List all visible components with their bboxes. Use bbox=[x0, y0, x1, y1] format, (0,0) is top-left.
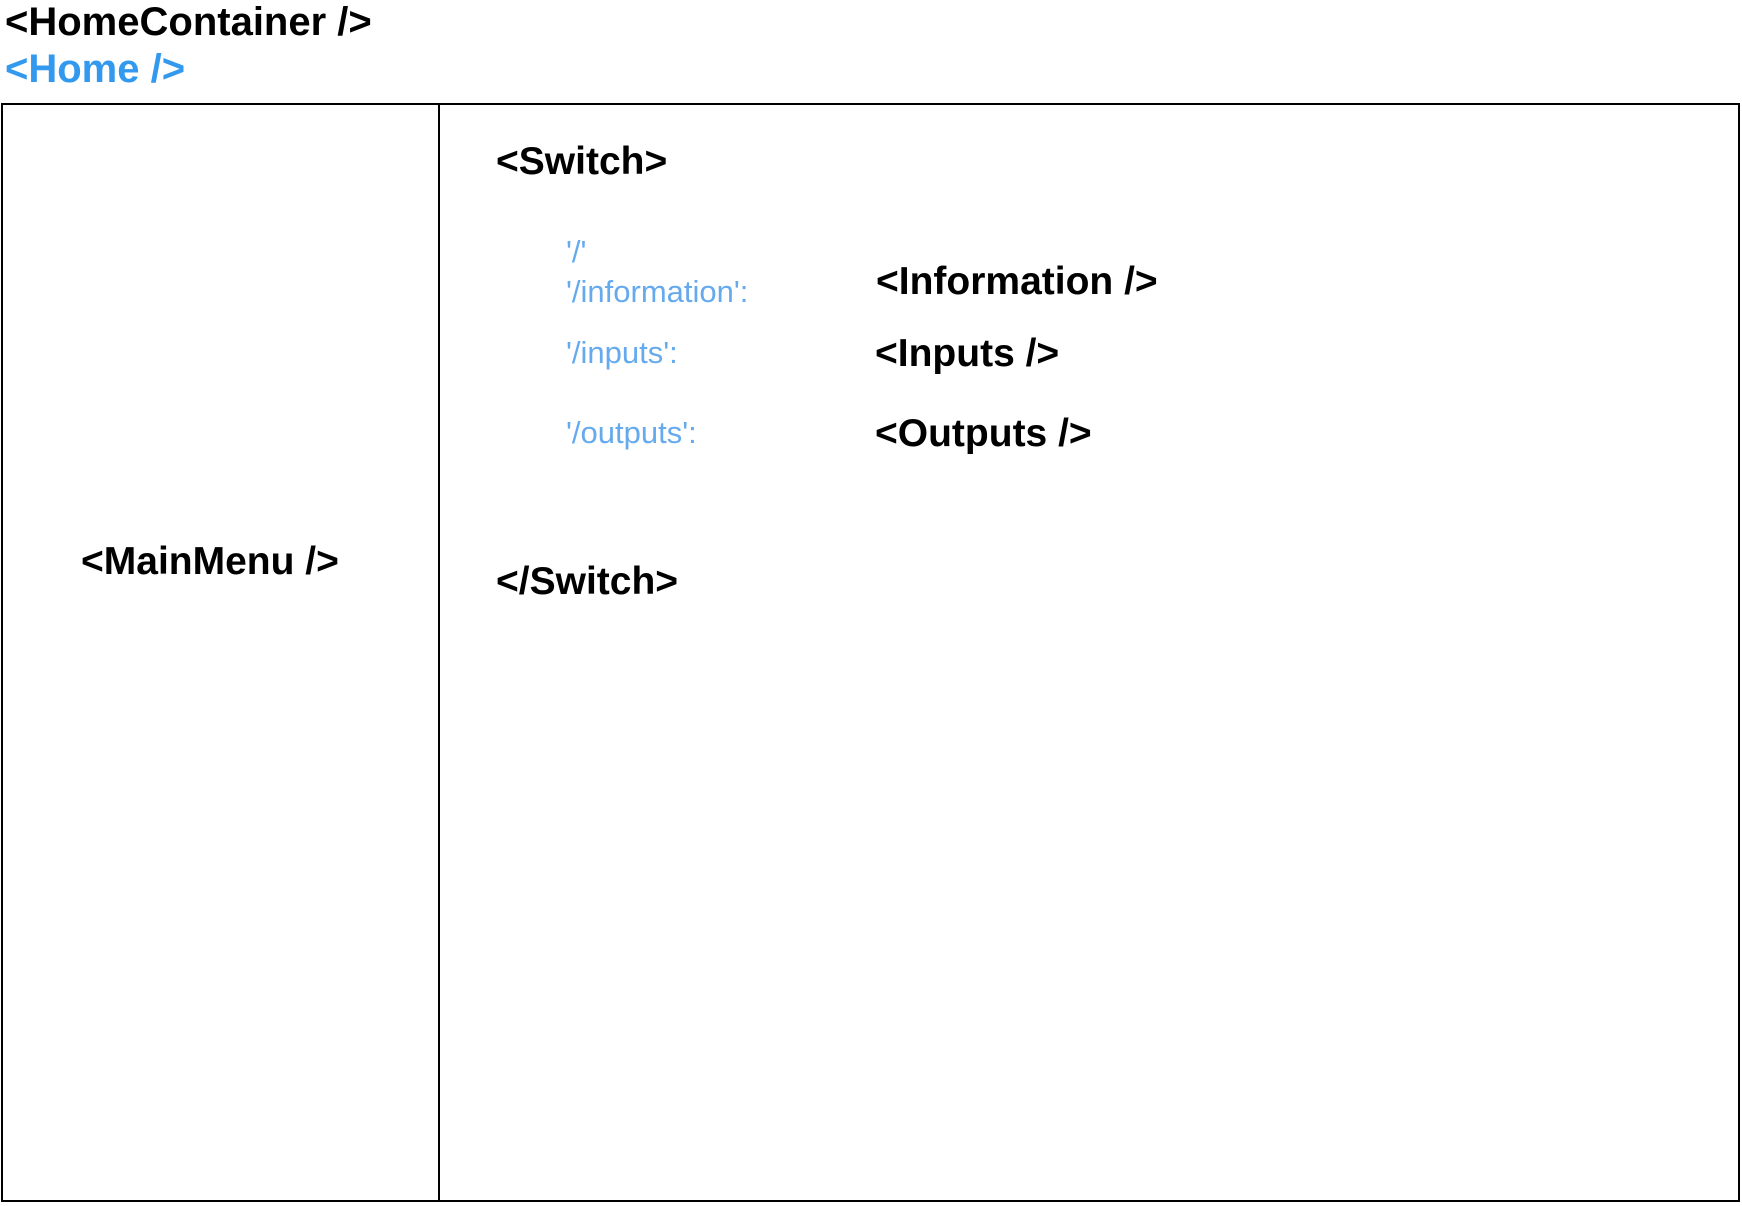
route-path-root: '/' bbox=[566, 234, 587, 269]
route-path-information: '/information': bbox=[566, 274, 749, 309]
route-path-outputs: '/outputs': bbox=[566, 415, 697, 450]
inputs-component-label: <Inputs /> bbox=[875, 332, 1060, 375]
home-label: <Home /> bbox=[5, 47, 186, 91]
frame-divider bbox=[438, 105, 440, 1200]
switch-open-tag: <Switch> bbox=[496, 140, 668, 183]
information-component-label: <Information /> bbox=[876, 260, 1158, 303]
main-menu-label: <MainMenu /> bbox=[81, 540, 339, 583]
home-container-label: <HomeContainer /> bbox=[5, 0, 372, 44]
route-path-inputs: '/inputs': bbox=[566, 335, 678, 370]
outputs-component-label: <Outputs /> bbox=[875, 412, 1092, 455]
home-frame: <MainMenu /> <Switch> '/' '/information'… bbox=[1, 103, 1740, 1202]
switch-close-tag: </Switch> bbox=[496, 560, 679, 603]
